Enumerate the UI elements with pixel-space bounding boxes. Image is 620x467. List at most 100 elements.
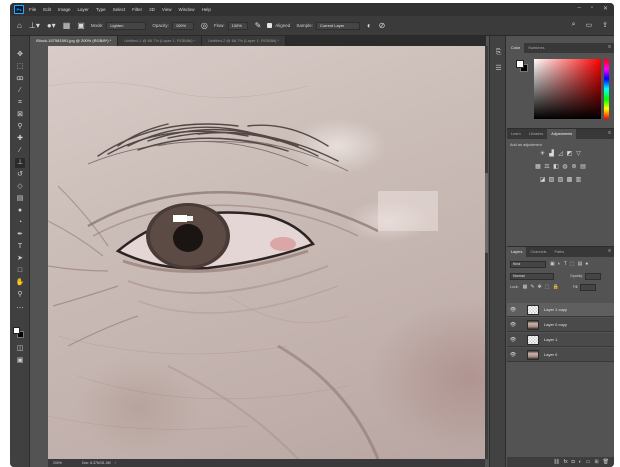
layers-panel-menu-icon[interactable]: ≡ [608,248,611,254]
filter-pixel-icon[interactable]: ▣ [550,261,555,267]
filter-type-icon[interactable]: T [564,261,567,267]
screen-mode-icon[interactable]: ▣ [15,356,25,366]
aligned-checkbox[interactable] [267,23,273,28]
ignore-adjustment-layers-icon[interactable]: ◐ [367,21,372,30]
exposure-icon[interactable]: ◩ [566,151,573,158]
quick-select-tool-icon[interactable]: ⁄ [15,86,25,96]
layer-kind-filter[interactable]: Kind [510,260,546,268]
hand-tool-icon[interactable]: ✋ [15,278,25,288]
clone-stamp-tool-icon[interactable]: ⊥ [15,158,25,168]
menu-edit[interactable]: Edit [43,7,51,12]
lock-artboard-icon[interactable]: ⬚ [545,284,550,290]
blend-mode-dropdown[interactable]: Normal [510,272,554,280]
delete-layer-icon[interactable]: 🗑 [603,459,609,465]
lock-all-icon[interactable]: 🔒 [552,284,558,290]
clone-source-icon[interactable]: ▣ [77,21,85,30]
gradient-tool-icon[interactable]: ▤ [15,194,25,204]
menu-filter[interactable]: Filter [132,7,142,12]
lasso-tool-icon[interactable]: ꝏ [15,74,25,84]
selective-color-icon[interactable]: ▩ [566,177,573,184]
search-icon[interactable]: ⌕ [572,21,576,29]
fill-field[interactable] [580,283,597,291]
pen-tool-icon[interactable]: ✒ [15,230,25,240]
quick-mask-icon[interactable]: ◫ [15,344,25,354]
new-layer-icon[interactable]: ⊞ [594,459,598,465]
home-icon[interactable]: ⌂ [17,21,22,30]
crop-tool-icon[interactable]: ⌗ [15,98,25,108]
shape-tool-icon[interactable]: □ [15,266,25,276]
dodge-tool-icon[interactable]: ◔ [15,218,25,228]
link-layers-icon[interactable]: ⛓ [553,459,559,465]
filter-smart-object-icon[interactable]: ▤ [578,261,583,267]
lock-pixels-icon[interactable]: ✎ [530,284,534,290]
menu-3d[interactable]: 3D [149,7,155,12]
tab-color[interactable]: Color [507,43,525,53]
hue-saturation-icon[interactable]: ▦ [535,164,542,171]
eyedropper-tool-icon[interactable]: ⚲ [15,122,25,132]
threshold-icon[interactable]: ▨ [557,177,564,184]
levels-icon[interactable]: ▟ [548,151,555,158]
filter-toggle-icon[interactable]: ● [585,261,588,267]
more-tools-icon[interactable]: ⋯ [15,304,25,314]
color-panel-menu-icon[interactable]: ≡ [608,44,611,50]
pressure-opacity-icon[interactable]: ◎ [201,21,208,30]
color-panel-foreground-swatch[interactable] [516,60,524,68]
channel-mixer-icon[interactable]: ⊛ [571,164,578,171]
gradient-map-icon[interactable]: ▥ [575,177,582,184]
airbrush-icon[interactable]: ✎ [255,21,262,30]
menu-select[interactable]: Select [113,7,126,12]
menu-help[interactable]: Help [202,7,211,12]
brush-size-icon[interactable]: ●▾ [47,21,56,30]
tab-paths[interactable]: Paths [550,247,568,257]
tab-layers[interactable]: Layers [507,247,527,257]
new-adjustment-icon[interactable]: ◐ [579,459,582,465]
tab-libraries[interactable]: Libraries [525,129,548,139]
layer-row-layer-0-copy[interactable]: 👁 Layer 0 copy [507,318,614,332]
menu-file[interactable]: File [29,7,36,12]
tab-swatches[interactable]: Swatches [524,43,548,53]
pressure-size-icon[interactable]: ⊘ [379,21,386,30]
menu-window[interactable]: Window [179,7,195,12]
marquee-tool-icon[interactable]: ⬚ [15,62,25,72]
history-panel-icon[interactable]: ⎘ [494,48,503,57]
brightness-contrast-icon[interactable]: ☀ [539,151,546,158]
eraser-tool-icon[interactable]: ◇ [15,182,25,192]
frame-tool-icon[interactable]: ⊠ [15,110,25,120]
document-canvas[interactable] [48,46,485,459]
foreground-color-swatch[interactable] [13,327,20,334]
vibrance-icon[interactable]: ▽ [575,151,582,158]
visibility-eye-icon[interactable]: 👁 [507,352,519,358]
layer-style-icon[interactable]: fx [564,459,568,465]
color-lookup-icon[interactable]: ▤ [580,164,587,171]
filter-adjustment-icon[interactable]: ◐ [558,261,561,267]
status-arrow-icon[interactable]: › [115,461,116,465]
workspace-icon[interactable]: ▭ [586,21,593,29]
hue-slider[interactable] [604,59,609,119]
invert-icon[interactable]: ◪ [539,177,546,184]
saturation-brightness-field[interactable] [534,59,601,119]
minimize-icon[interactable]: – [577,5,580,12]
opacity-field[interactable]: 100% [171,21,194,30]
tab-istock-image[interactable]: iStock-157581591.jpg @ 200% (RGB/8*) * [30,36,119,46]
layer-row-layer-1-copy[interactable]: 👁 Layer 1 copy [507,303,614,317]
posterize-icon[interactable]: ▧ [548,177,555,184]
menu-type[interactable]: Type [96,7,106,12]
healing-brush-tool-icon[interactable]: ✚ [15,134,25,144]
curves-icon[interactable]: ◿ [557,151,564,158]
tab-learn[interactable]: Learn [507,129,525,139]
tab-channels[interactable]: Channels [526,247,550,257]
flow-field[interactable]: 100% [227,21,248,30]
canvas-scroll-thumb[interactable] [485,173,488,253]
brush-tool-icon[interactable]: ∕ [15,146,25,156]
visibility-eye-icon[interactable]: 👁 [507,337,519,343]
black-white-icon[interactable]: ◧ [553,164,560,171]
menu-image[interactable]: Image [58,7,71,12]
tab-untitled-1[interactable]: Untitled-1 @ 66.7% (Layer 1, RGB/8#) * [118,36,203,46]
sample-dropdown[interactable]: Current Layer [315,21,360,30]
zoom-tool-icon[interactable]: ⚲ [15,290,25,300]
zoom-level[interactable]: 200% [53,461,62,465]
clone-stamp-preset-icon[interactable]: ⊥▾ [29,21,40,30]
share-icon[interactable]: ⇪ [602,21,608,29]
restore-icon[interactable]: ▫ [591,5,593,12]
add-mask-icon[interactable]: ◘ [572,459,575,465]
